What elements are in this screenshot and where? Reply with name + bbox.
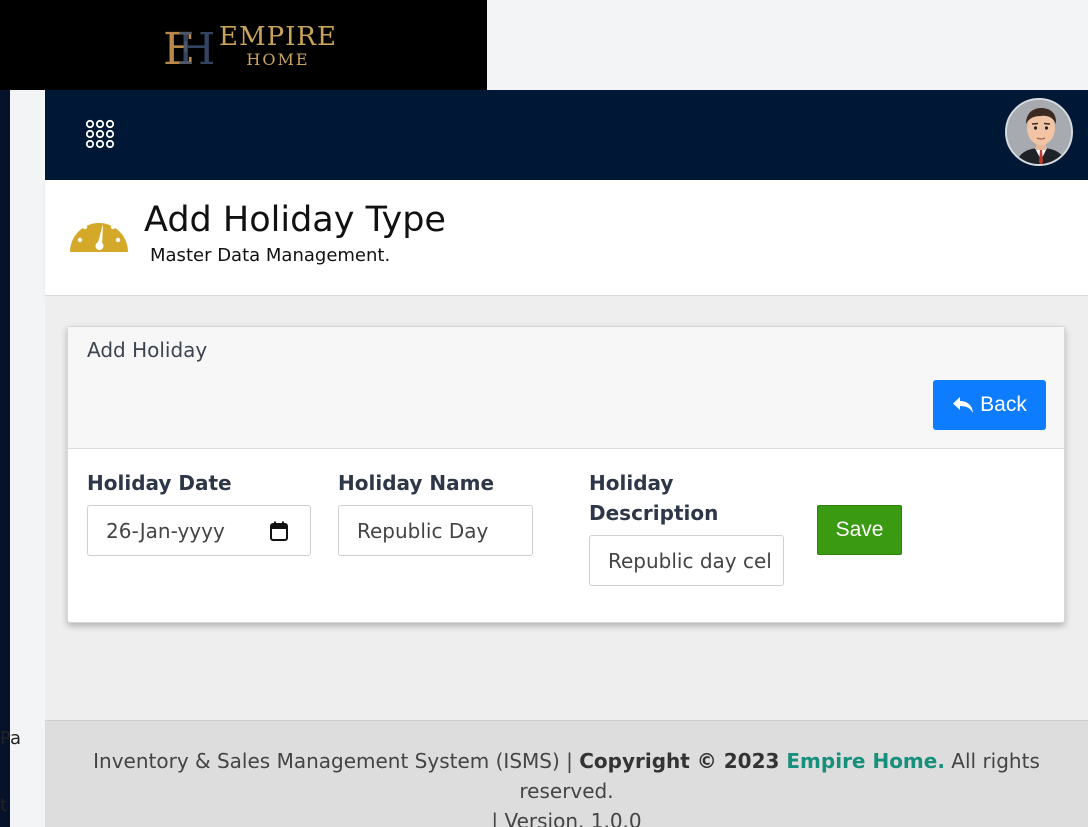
add-holiday-card: Add Holiday Back Holiday Date 26-Jan-yyy… xyxy=(67,326,1065,623)
holiday-date-value: 26-Jan-yyyy xyxy=(106,518,225,543)
gauge-icon xyxy=(68,204,130,254)
sidebar xyxy=(0,90,10,827)
main-content: Add Holiday Back Holiday Date 26-Jan-yyy… xyxy=(45,296,1088,720)
footer-version: | Version. 1.0.0 xyxy=(491,809,642,827)
calendar-icon[interactable] xyxy=(270,521,288,541)
logo-bar: E H EMPIRE HOME xyxy=(0,0,487,90)
footer: Inventory & Sales Management System (ISM… xyxy=(45,720,1088,827)
top-navbar xyxy=(45,90,1088,180)
holiday-name-value: Republic Day xyxy=(357,518,489,543)
holiday-description-label-line2: Description xyxy=(589,501,719,525)
footer-system-name: Inventory & Sales Management System (ISM… xyxy=(93,749,580,773)
page-title: Add Holiday Type xyxy=(144,200,446,240)
footer-copyright: Copyright © 2023 xyxy=(579,749,787,773)
holiday-description-label-line1: Holiday xyxy=(589,471,674,495)
holiday-description-value: Republic day cel xyxy=(608,548,772,573)
holiday-date-label: Holiday Date xyxy=(87,471,232,495)
apps-grid-icon[interactable] xyxy=(85,119,115,149)
holiday-description-label: Holiday Description xyxy=(589,468,718,528)
holiday-date-input[interactable]: 26-Jan-yyyy xyxy=(87,505,311,556)
logo-text: EMPIRE HOME xyxy=(219,23,337,69)
empire-home-logo[interactable]: E H EMPIRE HOME xyxy=(163,22,337,70)
footer-brand-link[interactable]: Empire Home. xyxy=(786,749,945,773)
back-button[interactable]: Back xyxy=(933,380,1046,430)
holiday-name-input[interactable]: Republic Day xyxy=(338,505,533,556)
holiday-description-input[interactable]: Republic day cel xyxy=(589,535,784,586)
user-avatar[interactable] xyxy=(1005,98,1073,166)
card-header: Add Holiday Back xyxy=(68,327,1064,449)
sidebar-text-fragment[interactable]: Pa xyxy=(0,728,21,749)
page-header: Add Holiday Type Master Data Management. xyxy=(45,180,1088,296)
card-title: Add Holiday xyxy=(87,338,208,362)
page-subtitle: Master Data Management. xyxy=(150,245,391,266)
holiday-name-label: Holiday Name xyxy=(338,471,495,495)
save-button[interactable]: Save xyxy=(817,505,902,555)
sidebar-text-fragment[interactable]: t xyxy=(0,795,7,816)
logo-mark-icon: E H xyxy=(163,24,213,70)
logo-line2: HOME xyxy=(246,50,310,69)
back-button-label: Back xyxy=(980,393,1027,416)
logo-line1: EMPIRE xyxy=(219,22,337,52)
footer-line1: Inventory & Sales Management System (ISM… xyxy=(45,746,1088,806)
undo-arrow-icon xyxy=(953,397,974,413)
svg-text:H: H xyxy=(177,24,213,70)
